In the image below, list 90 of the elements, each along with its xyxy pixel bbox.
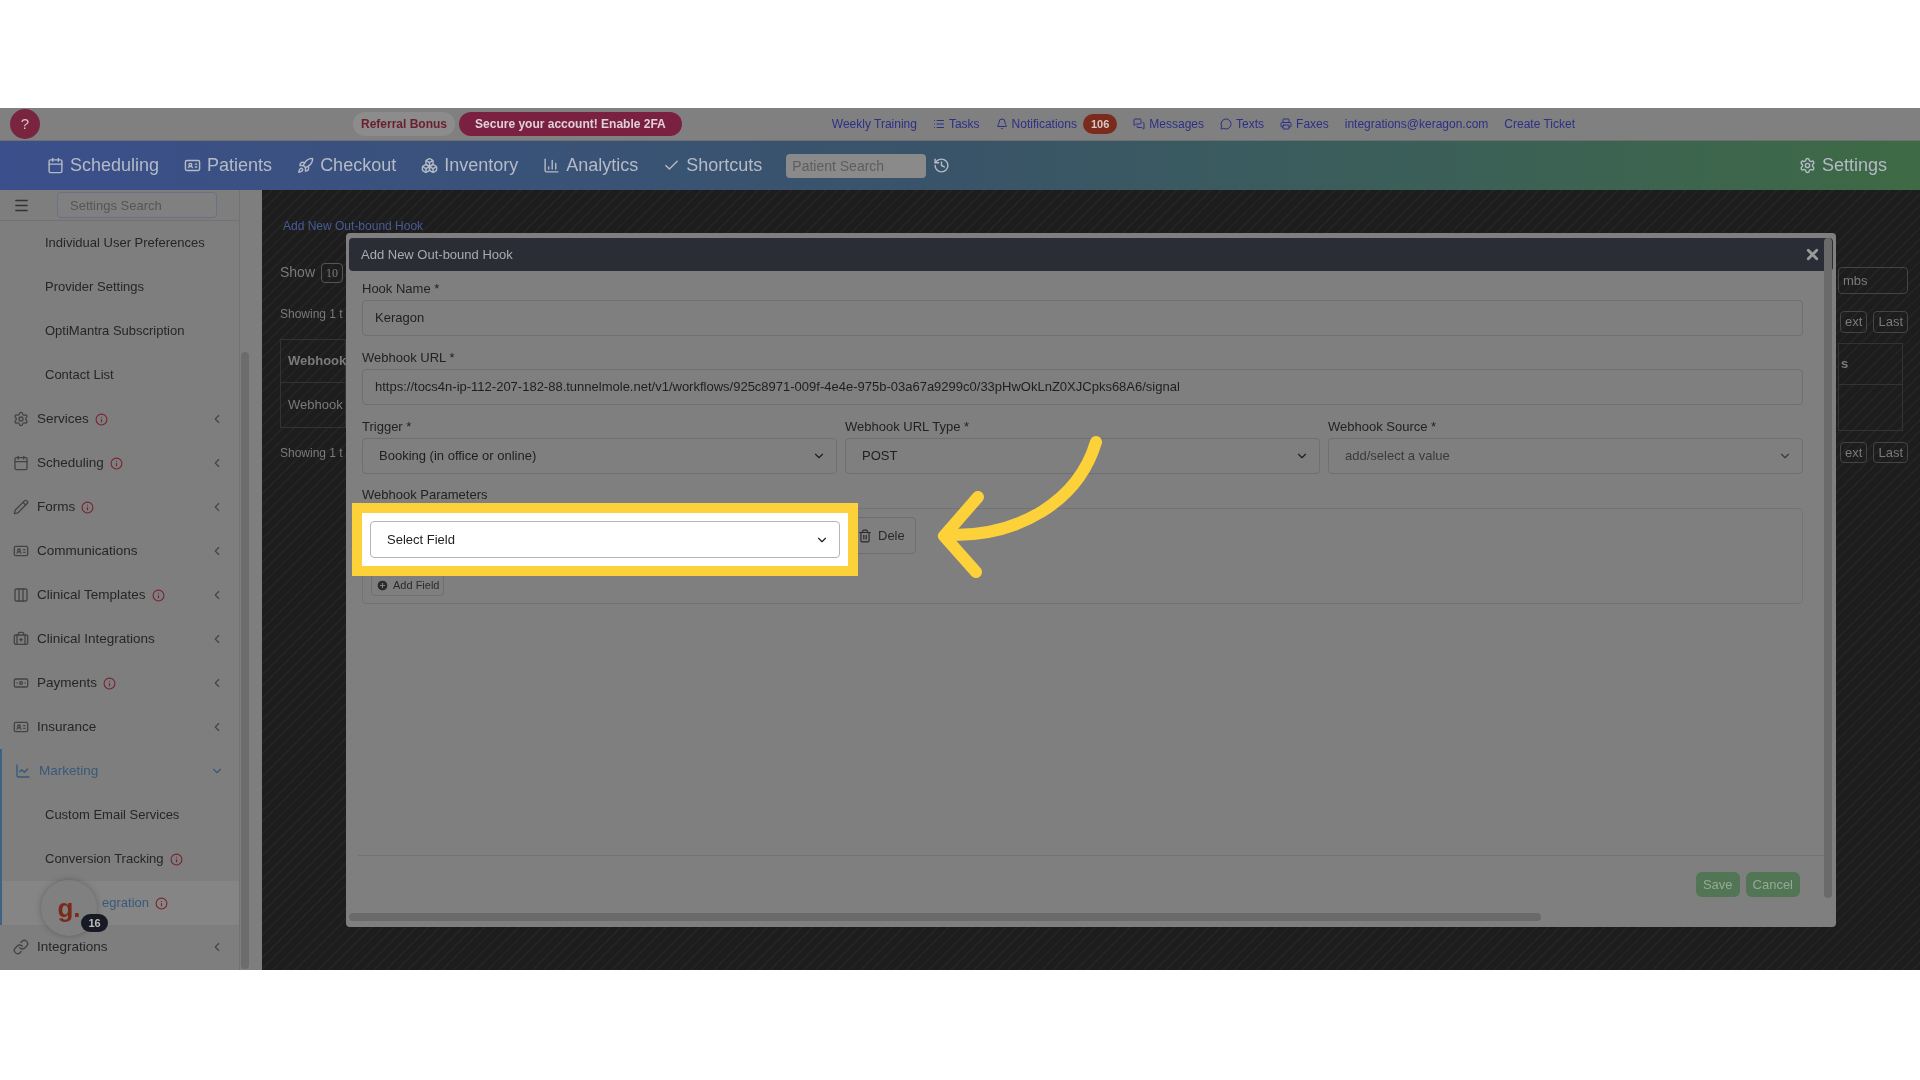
field-label: Webhook URL Type *	[845, 419, 971, 435]
section-icon	[13, 719, 29, 735]
section-icon	[13, 587, 29, 603]
sidebar-item[interactable]: OptiMantra Subscription	[0, 321, 239, 341]
section-icon	[15, 763, 31, 779]
link-icon	[995, 118, 1008, 130]
background-link[interactable]: Add New Out-bound Hook	[283, 220, 424, 232]
help-button[interactable]: ?	[10, 109, 40, 139]
sidebar-section[interactable]: Insurance	[0, 716, 239, 738]
section-icon	[13, 411, 29, 427]
sidebar-section[interactable]: Clinical Templates	[0, 584, 239, 606]
sidebar-item[interactable]: Contact List	[0, 365, 239, 385]
scrollbar[interactable]	[241, 352, 249, 969]
top-link[interactable]: integrations@keragon.com	[1344, 115, 1489, 133]
nav-icon	[421, 157, 439, 174]
select-field[interactable]: POST	[845, 438, 1320, 474]
dialog-button[interactable]: Save	[1695, 872, 1740, 897]
table-header: Webhook	[281, 340, 345, 383]
sidebar-section[interactable]: Services	[0, 408, 239, 430]
sidebar-item[interactable]: Custom Email Services	[45, 804, 180, 826]
sidebar-item[interactable]: Conversion Tracking	[45, 848, 183, 870]
top-link[interactable]: Tasks	[932, 115, 980, 133]
section-icon	[13, 455, 29, 471]
sidebar-section[interactable]: Scheduling	[0, 452, 239, 474]
sidebar-item[interactable]: egration	[102, 892, 168, 914]
section-icon	[13, 499, 29, 515]
sidebar-section[interactable]: Forms	[0, 496, 239, 518]
field-label: Webhook URL *	[362, 350, 456, 366]
select-field[interactable]: Select Field	[370, 521, 840, 558]
close-icon[interactable]	[1804, 246, 1821, 263]
top-link[interactable]: Create Ticket	[1504, 115, 1576, 133]
nav-link[interactable]: Analytics	[543, 152, 639, 179]
sidebar-section[interactable]: Communications	[0, 540, 239, 562]
search-field[interactable]: mbs	[1838, 267, 1908, 294]
notification-count: 106	[1083, 113, 1118, 135]
pager-button[interactable]: Last	[1873, 441, 1908, 463]
nav-link[interactable]: Shortcuts	[663, 152, 763, 179]
trash-icon	[858, 528, 872, 543]
link-icon	[1220, 118, 1233, 130]
top-link[interactable]: Notifications 106	[995, 113, 1118, 135]
plus-icon	[376, 578, 389, 592]
field-label: Webhook Parameters	[362, 488, 489, 502]
table-info: Showing 1 t	[280, 306, 344, 323]
dialog-title: Add New Out-bound Hook	[361, 245, 513, 264]
nav-link[interactable]: Inventory	[421, 152, 519, 179]
history-icon[interactable]	[933, 157, 951, 174]
sidebar-item[interactable]: Provider Settings	[0, 277, 239, 297]
link-icon	[1280, 118, 1293, 130]
nav-link[interactable]: Checkout	[297, 152, 397, 179]
table-info: Showing 1 t	[280, 445, 344, 462]
section-icon	[13, 543, 29, 559]
page-size-select[interactable]: 10	[321, 262, 344, 283]
settings-icon	[1798, 157, 1816, 174]
referral-badge[interactable]: Referral Bonus	[353, 112, 456, 136]
field-label: Trigger *	[362, 419, 413, 435]
table-header: s	[1839, 343, 1902, 385]
link-icon	[1133, 118, 1146, 130]
field-label: Hook Name *	[362, 281, 441, 297]
pager-button[interactable]: ext	[1840, 441, 1868, 463]
field-label: Webhook Source *	[1328, 419, 1438, 435]
sidebar-item[interactable]: Individual User Preferences	[0, 233, 239, 253]
nav-link[interactable]: Scheduling	[47, 152, 160, 179]
nav-icon	[297, 157, 315, 174]
dialog-button[interactable]: Cancel	[1745, 872, 1800, 897]
top-link[interactable]: Weekly Training	[831, 115, 917, 133]
nav-icon	[47, 157, 64, 174]
table-cell-text: Webhook	[287, 396, 344, 415]
nav-icon	[184, 157, 202, 174]
top-link[interactable]: Texts	[1220, 115, 1265, 133]
pager-button[interactable]: Last	[1873, 311, 1908, 333]
top-link[interactable]: Messages	[1133, 115, 1205, 133]
select-field[interactable]: Booking (in office or online)	[362, 438, 837, 474]
nav-icon	[543, 157, 561, 174]
select-field[interactable]: add/select a value	[1328, 438, 1803, 474]
settings-link[interactable]: Settings	[1798, 152, 1887, 179]
sidebar-section[interactable]: Payments	[0, 672, 239, 694]
section-icon	[13, 675, 29, 691]
section-icon	[13, 939, 29, 955]
section-icon	[13, 631, 29, 647]
show-label: Show	[280, 263, 316, 282]
vertical-scrollbar[interactable]	[1824, 238, 1832, 898]
sidebar-section[interactable]: Integrations	[0, 936, 239, 958]
text-field[interactable]: Keragon	[362, 300, 1803, 336]
pager-button[interactable]: ext	[1840, 311, 1868, 333]
security-alert-button[interactable]: Secure your account! Enable 2FA	[459, 112, 682, 136]
link-icon	[932, 118, 945, 130]
sidebar-section[interactable]: Clinical Integrations	[0, 628, 239, 650]
nav-link[interactable]: Patients	[184, 152, 273, 179]
text-field[interactable]: https://tocs4n-ip-112-207-182-88.tunnelmole.net/v1/workflows/925c8971-009f-4e4e-975b-03a67a9299c0/33pHwOkLnZ0XJCpks68A6/signal	[362, 369, 1803, 405]
top-link[interactable]: Faxes	[1280, 115, 1329, 133]
